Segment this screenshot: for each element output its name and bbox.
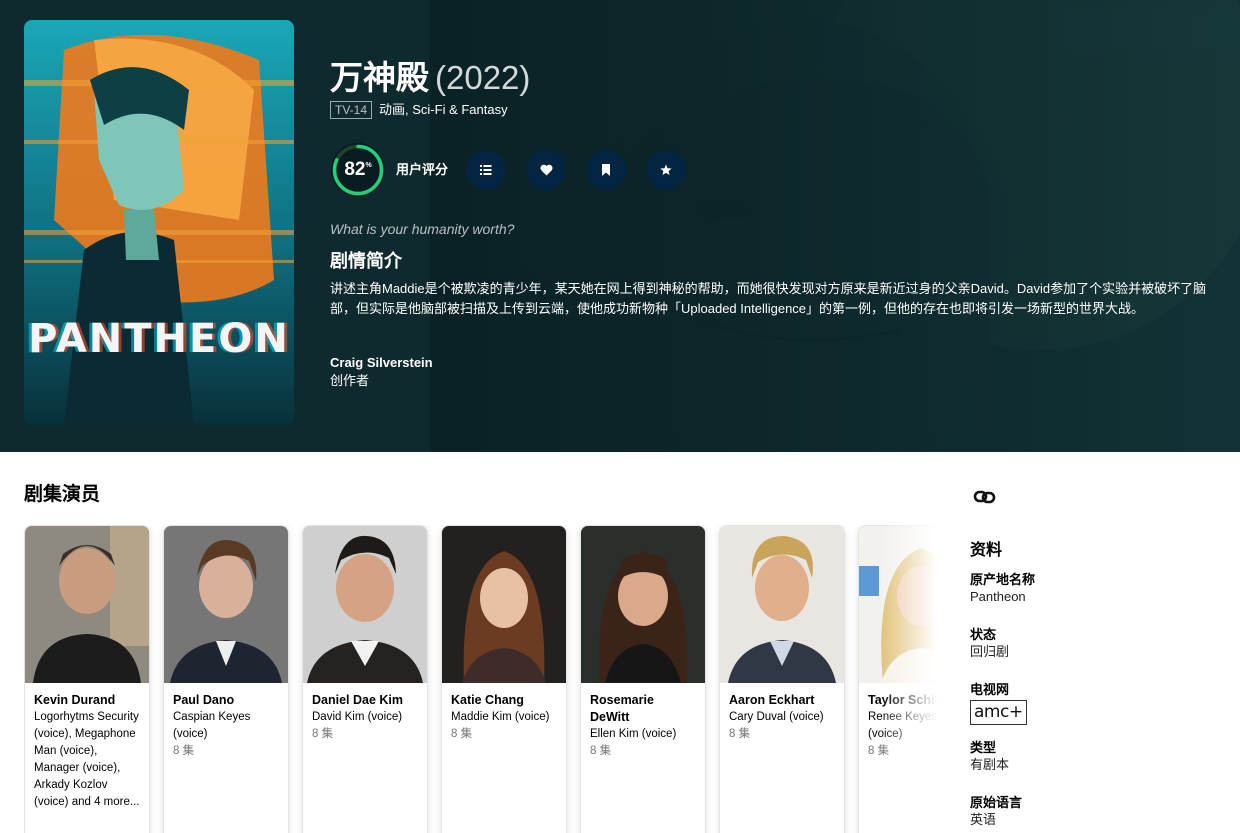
cast-name[interactable]: Daniel Dae Kim — [312, 692, 418, 709]
link-icon[interactable] — [972, 484, 998, 510]
cast-character: David Kim (voice) — [312, 711, 403, 723]
fact-original-name: 原产地名称 Pantheon — [970, 571, 1220, 605]
poster-art — [24, 20, 294, 425]
fact-label: 电视网 — [970, 682, 1010, 697]
certification-badge: TV-14 — [330, 101, 373, 119]
page-title: 万神殿 (2022) — [330, 56, 1220, 100]
cast-scroller[interactable]: Kevin Durand Logorhytms Security (voice)… — [24, 525, 940, 833]
cast-name[interactable]: Aaron Eckhart — [729, 692, 835, 709]
user-score-chart[interactable]: 82% — [330, 142, 386, 198]
overview-heading: 剧情简介 — [330, 251, 402, 271]
creator-name[interactable]: Craig Silverstein — [330, 354, 433, 372]
fact-type: 类型 有剧本 — [970, 739, 1220, 773]
facts-sidebar: 资料 原产地名称 Pantheon 状态 回归剧 电视网 amc+ 类型 有剧本… — [970, 484, 1220, 828]
fact-value: 回归剧 — [970, 644, 1010, 659]
favorite-button[interactable] — [526, 150, 567, 190]
cast-card[interactable]: Aaron Eckhart Cary Duval (voice) 8 集 — [719, 525, 845, 833]
genres-link[interactable]: 动画, Sci-Fi & Fantasy — [379, 100, 508, 120]
cast-character: Maddie Kim (voice) — [451, 711, 550, 723]
cast-character: Logorhytms Security (voice), Megaphone M… — [34, 711, 140, 808]
profile-photo[interactable] — [442, 526, 566, 683]
add-to-list-button[interactable] — [466, 150, 507, 190]
cast-card[interactable]: Katie Chang Maddie Kim (voice) 8 集 — [441, 525, 567, 833]
profile-photo[interactable] — [164, 526, 288, 683]
fact-network: 电视网 amc+ — [970, 681, 1220, 725]
poster-logo: PANTHEON — [28, 316, 290, 362]
show-facts: TV-14 动画, Sci-Fi & Fantasy — [330, 100, 1220, 120]
fact-status: 状态 回归剧 — [970, 626, 1220, 660]
facts-heading: 资料 — [970, 542, 1003, 559]
cast-character: Ellen Kim (voice) — [590, 728, 677, 740]
heart-icon — [539, 164, 553, 176]
profile-photo[interactable] — [303, 526, 427, 683]
cast-name[interactable]: Paul Dano — [173, 692, 279, 709]
cast-card[interactable]: Rosemarie DeWitt Ellen Kim (voice) 8 集 — [580, 525, 706, 833]
fact-value: 英语 — [970, 812, 997, 827]
profile-photo[interactable] — [25, 526, 149, 683]
score-value: 82% — [344, 159, 372, 180]
tagline: What is your humanity worth? — [330, 221, 515, 237]
cast-section-title: 剧集演员 — [24, 484, 101, 505]
cast-name[interactable]: Katie Chang — [451, 692, 557, 709]
episode-count: 8 集 — [173, 745, 195, 757]
show-title[interactable]: 万神殿 — [330, 59, 429, 96]
list-icon — [480, 165, 492, 175]
episode-count: 8 集 — [590, 745, 612, 757]
episode-count: 8 集 — [312, 728, 334, 740]
cast-character: Cary Duval (voice) — [729, 711, 824, 723]
cast-card[interactable]: Kevin Durand Logorhytms Security (voice)… — [24, 525, 150, 833]
hero-header: PANTHEON 万神殿 (2022) TV-14 动画, Sci-Fi & Fa… — [0, 0, 1240, 452]
episode-count: 8 集 — [729, 728, 751, 740]
profile-photo[interactable] — [720, 526, 844, 683]
cast-character: Caspian Keyes (voice) — [173, 711, 251, 740]
fact-value: Pantheon — [970, 589, 1026, 604]
fact-label: 状态 — [970, 627, 997, 642]
network-logo[interactable]: amc+ — [970, 700, 1027, 725]
profile-photo[interactable] — [581, 526, 705, 683]
bookmark-icon — [602, 164, 611, 176]
fact-language: 原始语言 英语 — [970, 794, 1220, 828]
fact-label: 类型 — [970, 740, 997, 755]
score-label: 用户评分 — [396, 162, 449, 177]
show-year: (2022) — [435, 59, 531, 96]
action-bar: 82% 用户评分 — [330, 142, 706, 198]
star-icon — [660, 164, 672, 175]
watchlist-button[interactable] — [586, 150, 627, 190]
cast-name[interactable]: Kevin Durand — [34, 692, 140, 709]
cast-card[interactable]: Daniel Dae Kim David Kim (voice) 8 集 — [302, 525, 428, 833]
fact-label: 原产地名称 — [970, 572, 1036, 587]
overview-text: 讲述主角Maddie是个被欺凌的青少年，某天她在网上得到神秘的帮助，而她很快发现… — [330, 281, 1207, 316]
scroll-fade — [880, 525, 940, 833]
episode-count: 8 集 — [451, 728, 473, 740]
fact-value: 有剧本 — [970, 757, 1010, 772]
fact-label: 原始语言 — [970, 795, 1023, 810]
poster-image[interactable]: PANTHEON — [24, 20, 294, 425]
show-info: 万神殿 (2022) TV-14 动画, Sci-Fi & Fantasy 82%… — [330, 56, 1220, 388]
cast-name[interactable]: Rosemarie DeWitt — [590, 692, 696, 726]
creator-role: 创作者 — [330, 373, 370, 388]
cast-card[interactable]: Paul Dano Caspian Keyes (voice) 8 集 — [163, 525, 289, 833]
rate-button[interactable] — [646, 150, 687, 190]
